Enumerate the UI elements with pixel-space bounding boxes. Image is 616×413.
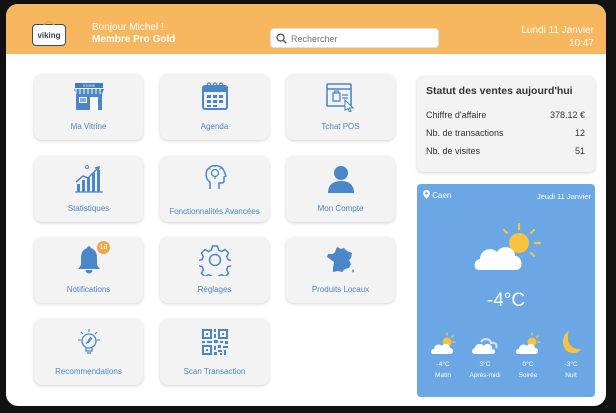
greeting-text: Bonjour Michel ! [92,22,164,33]
app-frame: viking Bonjour Michel ! Membre Pro Gold … [6,4,606,406]
sales-row: Nb. de visites 51 [426,146,585,156]
sales-value: 51 [574,146,585,156]
sales-status-card: Statut des ventes aujourd'hui Chiffre d'… [417,76,595,172]
forecast-temp: -3°C [564,361,578,368]
search-input[interactable] [291,31,431,46]
forecast-temp: -4°C [436,361,450,368]
tile-label: Tchat POS [321,122,360,131]
sun-cloud-icon [515,332,541,354]
city-name: Caen [432,191,452,200]
sales-row: Chiffre d'affaire 378.12 € [426,110,585,120]
datetime: Lundi 11 Janvier 10:47 [521,24,594,50]
qr-code-icon [197,325,233,359]
current-temperature: -4°C [486,290,526,311]
greeting-block: Bonjour Michel ! Membre Pro Gold [92,22,175,46]
sales-row: Nb. de transactions 12 [426,128,585,138]
tile-label: Agenda [200,122,229,131]
cloud-icon [472,338,498,354]
tile-label: Ma Vitrine [70,122,107,131]
logo-arc-icon [43,20,55,26]
store-icon: STORE [71,80,107,114]
tile-fonctionnalites-avancees[interactable]: Fonctionnalités Avancées [160,156,269,222]
gear-icon [197,243,233,277]
tile-label: Notifications [66,285,111,294]
tile-notifications[interactable]: 18 Notifications [34,237,143,303]
membership-text: Membre Pro Gold [92,34,176,45]
search-icon [276,33,287,44]
tile-label: Mon Compte [317,204,364,213]
header-bar: viking Bonjour Michel ! Membre Pro Gold … [6,4,606,54]
tile-produits-locaux[interactable]: Produits Locaux [286,237,395,303]
notification-badge: 18 [97,241,110,254]
tile-scan-transaction[interactable]: Scan Transaction [160,319,269,385]
forecast-period: Soirée [518,372,538,379]
tile-mon-compte[interactable]: Mon Compte [286,156,395,222]
forecast-temp: 3°C [479,361,491,368]
forecast-afternoon: 3°C Après-midi [465,330,505,379]
tile-label: Recommendations [55,367,122,376]
date-text: Lundi 11 Janvier [521,25,594,36]
forecast-evening: 0°C Soirée [508,330,548,379]
weather-date: Jeudi 11 Janvier [536,192,591,201]
forecast-night: -3°C Nuit [551,330,591,379]
tile-label: Réglages [197,285,232,294]
forecast-temp: 0°C [522,361,534,368]
moon-icon [563,331,581,354]
calendar-icon [197,80,233,114]
time-text: 10:47 [568,38,594,49]
tile-statistiques[interactable]: Statistiques [34,156,143,222]
chat-window-icon [323,80,359,114]
idea-head-icon [197,159,233,193]
sales-value: 12 [574,128,585,138]
weather-location: Caen [423,190,451,200]
tile-label: Fonctionnalités Avancées [169,207,260,216]
growth-chart-icon [71,162,107,196]
location-pin-icon [423,190,430,199]
tile-ma-vitrine[interactable]: STORE Ma Vitrine [34,74,143,140]
forecast-period: Nuit [565,372,577,379]
tile-label: Statistiques [67,204,110,213]
sales-title: Statut des ventes aujourd'hui [426,85,573,97]
tile-reglages[interactable]: Réglages [160,237,269,303]
tile-label: Produits Locaux [311,285,370,294]
search-bar[interactable] [270,28,439,48]
sales-label: Nb. de visites [426,146,481,156]
logo-text: viking [37,31,61,40]
tile-tchat-pos[interactable]: Tchat POS [286,74,395,140]
svg-text:STORE: STORE [83,84,96,88]
forecast-period: Matin [435,372,451,379]
tile-agenda[interactable]: Agenda [160,74,269,140]
forecast-period: Après-midi [469,372,501,379]
sun-cloud-icon [430,332,456,354]
weather-card: Caen Jeudi 11 Janvier -4°C -4°C Matin 3°… [417,184,595,397]
tile-recommendations[interactable]: Recommendations [34,319,143,385]
user-icon [323,162,359,196]
viking-logo[interactable]: viking [32,24,66,46]
sales-value: 378.12 € [549,110,585,120]
france-map-icon [323,243,359,277]
lightbulb-icon [71,325,107,359]
sun-cloud-icon [474,222,542,270]
sales-label: Nb. de transactions [426,128,504,138]
forecast-morning: -4°C Matin [423,330,463,379]
tile-label: Scan Transaction [183,367,246,376]
sales-label: Chiffre d'affaire [426,110,487,120]
